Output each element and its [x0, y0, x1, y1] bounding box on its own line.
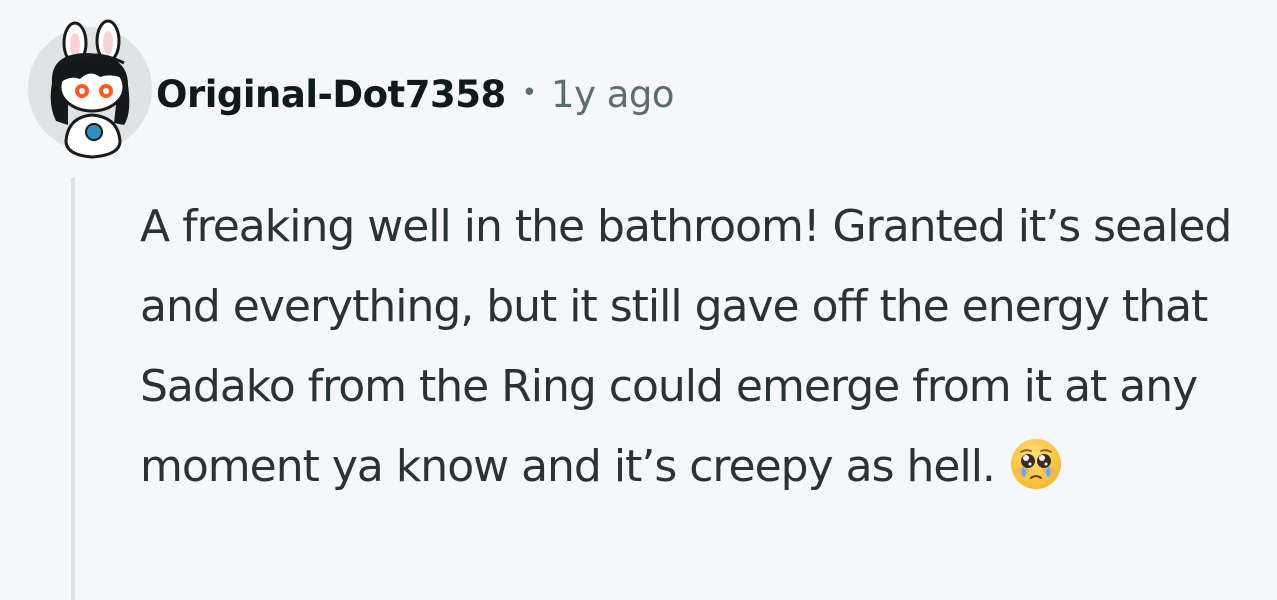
- snoo-bunny-avatar-icon: [50, 19, 130, 159]
- thread-line[interactable]: [71, 178, 75, 600]
- meta-separator: •: [521, 78, 538, 108]
- author-username[interactable]: Original-Dot7358: [156, 73, 506, 116]
- user-avatar[interactable]: [28, 19, 152, 159]
- comment-meta: Original-Dot7358 • 1y ago: [156, 66, 675, 122]
- comment-body-text: A freaking well in the bathroom! Granted…: [140, 201, 1232, 492]
- pleading-face-with-tears-icon: [1010, 439, 1061, 489]
- comment: Original-Dot7358 • 1y ago A freaking wel…: [0, 0, 1277, 600]
- comment-timestamp[interactable]: 1y ago: [551, 73, 675, 116]
- comment-body: A freaking well in the bathroom! Granted…: [140, 187, 1265, 507]
